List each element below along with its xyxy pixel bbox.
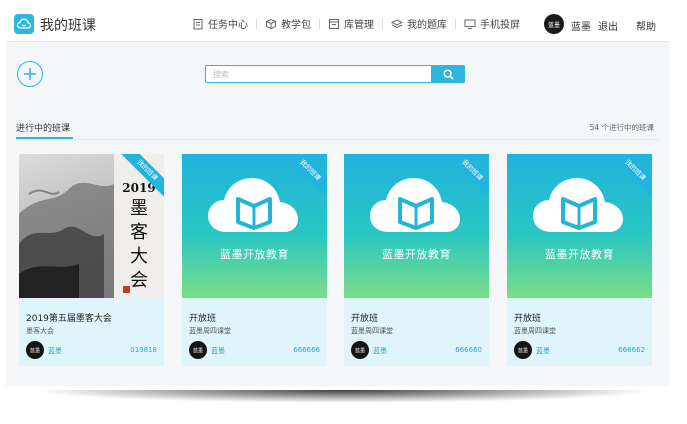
author-avatar: 蓝墨 bbox=[26, 341, 44, 359]
class-code: 666662 bbox=[618, 346, 645, 354]
card-subtitle: 墨客大会 bbox=[26, 327, 54, 335]
class-count: 54 个进行中的班课 bbox=[589, 123, 654, 132]
card-author[interactable]: 蓝墨 bbox=[373, 346, 387, 356]
author-avatar: 蓝墨 bbox=[189, 341, 207, 359]
top-header: 我的班课 任务中心 教学包 库管理 我的题库 手机投屏 蓝墨 蓝墨 退出 帮助 bbox=[6, 6, 669, 42]
class-card[interactable]: 2019 墨 客 大 会 我的班课 2019第五届墨客大会 墨客大会 蓝墨 蓝墨… bbox=[19, 154, 164, 366]
app-title[interactable]: 我的班课 bbox=[40, 15, 96, 35]
library-icon bbox=[329, 18, 339, 29]
class-code: 666666 bbox=[293, 346, 320, 354]
logout-link[interactable]: 退出 bbox=[598, 18, 618, 33]
screenshot-frame: 我的班课 任务中心 教学包 库管理 我的题库 手机投屏 蓝墨 蓝墨 退出 帮助 … bbox=[0, 0, 687, 424]
search-input[interactable]: 搜索 bbox=[205, 65, 432, 83]
add-class-button[interactable] bbox=[17, 61, 43, 87]
nav-label: 库管理 bbox=[344, 20, 374, 31]
help-link[interactable]: 帮助 bbox=[636, 18, 656, 33]
section-divider bbox=[16, 139, 659, 140]
class-card[interactable]: 蓝墨开放教育 我的班课 开放班 蓝墨周四课堂 蓝墨 蓝墨 666662 bbox=[507, 154, 652, 366]
nav-divider bbox=[382, 17, 383, 30]
frame-drop-shadow bbox=[0, 390, 687, 424]
nav-item-question-bank[interactable]: 我的题库 bbox=[391, 16, 447, 31]
nav-divider bbox=[319, 17, 320, 30]
nav-item-library-manage[interactable]: 库管理 bbox=[328, 16, 374, 31]
nav-label: 教学包 bbox=[281, 20, 311, 31]
author-avatar: 蓝墨 bbox=[514, 341, 532, 359]
clipboard-icon bbox=[193, 18, 203, 29]
card-title[interactable]: 开放班 bbox=[189, 311, 216, 324]
class-code: 019818 bbox=[130, 346, 157, 354]
card-title[interactable]: 2019第五届墨客大会 bbox=[26, 311, 112, 324]
card-author[interactable]: 蓝墨 bbox=[536, 346, 550, 356]
svg-text:墨: 墨 bbox=[130, 198, 148, 219]
plus-icon bbox=[24, 68, 36, 80]
nav-divider bbox=[256, 17, 257, 30]
user-name[interactable]: 蓝墨 bbox=[571, 18, 591, 33]
card-cover-image: 蓝墨开放教育 我的班课 bbox=[182, 154, 327, 298]
screen-cast-icon bbox=[464, 19, 476, 29]
top-nav: 任务中心 教学包 库管理 我的题库 手机投屏 bbox=[192, 16, 520, 31]
nav-item-screen-cast[interactable]: 手机投屏 bbox=[464, 16, 520, 31]
class-card[interactable]: 蓝墨开放教育 我的班课 开放班 蓝墨周四课堂 蓝墨 蓝墨 666660 bbox=[344, 154, 489, 366]
card-author[interactable]: 蓝墨 bbox=[211, 346, 225, 356]
nav-item-teaching-package[interactable]: 教学包 bbox=[265, 16, 311, 31]
class-card-list: 2019 墨 客 大 会 我的班课 2019第五届墨客大会 墨客大会 蓝墨 蓝墨… bbox=[19, 154, 659, 374]
layers-icon bbox=[391, 18, 403, 28]
card-subtitle: 蓝墨周四课堂 bbox=[351, 327, 393, 335]
search-button[interactable] bbox=[432, 65, 465, 83]
nav-label: 手机投屏 bbox=[480, 20, 520, 31]
nav-label: 任务中心 bbox=[208, 20, 248, 31]
svg-text:客: 客 bbox=[130, 222, 148, 243]
svg-text:会: 会 bbox=[130, 270, 148, 291]
app-window: 我的班课 任务中心 教学包 库管理 我的题库 手机投屏 蓝墨 蓝墨 退出 帮助 … bbox=[6, 6, 669, 386]
nav-divider bbox=[455, 17, 456, 30]
card-cover-image: 蓝墨开放教育 我的班课 bbox=[507, 154, 652, 298]
card-cover-image: 蓝墨开放教育 我的班课 bbox=[344, 154, 489, 298]
card-subtitle: 蓝墨周四课堂 bbox=[514, 327, 556, 335]
card-author[interactable]: 蓝墨 bbox=[48, 346, 62, 356]
nav-item-task-center[interactable]: 任务中心 bbox=[192, 16, 248, 31]
nav-label: 我的题库 bbox=[407, 20, 447, 31]
cover-brand-text: 蓝墨开放教育 bbox=[382, 248, 451, 261]
cover-brand-text: 蓝墨开放教育 bbox=[545, 248, 614, 261]
card-cover-image: 2019 墨 客 大 会 我的班课 bbox=[19, 154, 164, 298]
class-card[interactable]: 蓝墨开放教育 我的班课 开放班 蓝墨周四课堂 蓝墨 蓝墨 666666 bbox=[182, 154, 327, 366]
package-icon bbox=[266, 18, 276, 29]
search-icon bbox=[443, 68, 454, 80]
class-code: 666660 bbox=[455, 346, 482, 354]
user-avatar[interactable]: 蓝墨 bbox=[544, 14, 564, 34]
cover-brand-text: 蓝墨开放教育 bbox=[220, 248, 289, 261]
card-title[interactable]: 开放班 bbox=[351, 311, 378, 324]
svg-text:大: 大 bbox=[130, 246, 148, 267]
card-subtitle: 蓝墨周四课堂 bbox=[189, 327, 231, 335]
card-title[interactable]: 开放班 bbox=[514, 311, 541, 324]
cloud-logo-icon[interactable] bbox=[14, 14, 34, 34]
author-avatar: 蓝墨 bbox=[351, 341, 369, 359]
section-tab-active-classes[interactable]: 进行中的班课 bbox=[16, 121, 70, 134]
